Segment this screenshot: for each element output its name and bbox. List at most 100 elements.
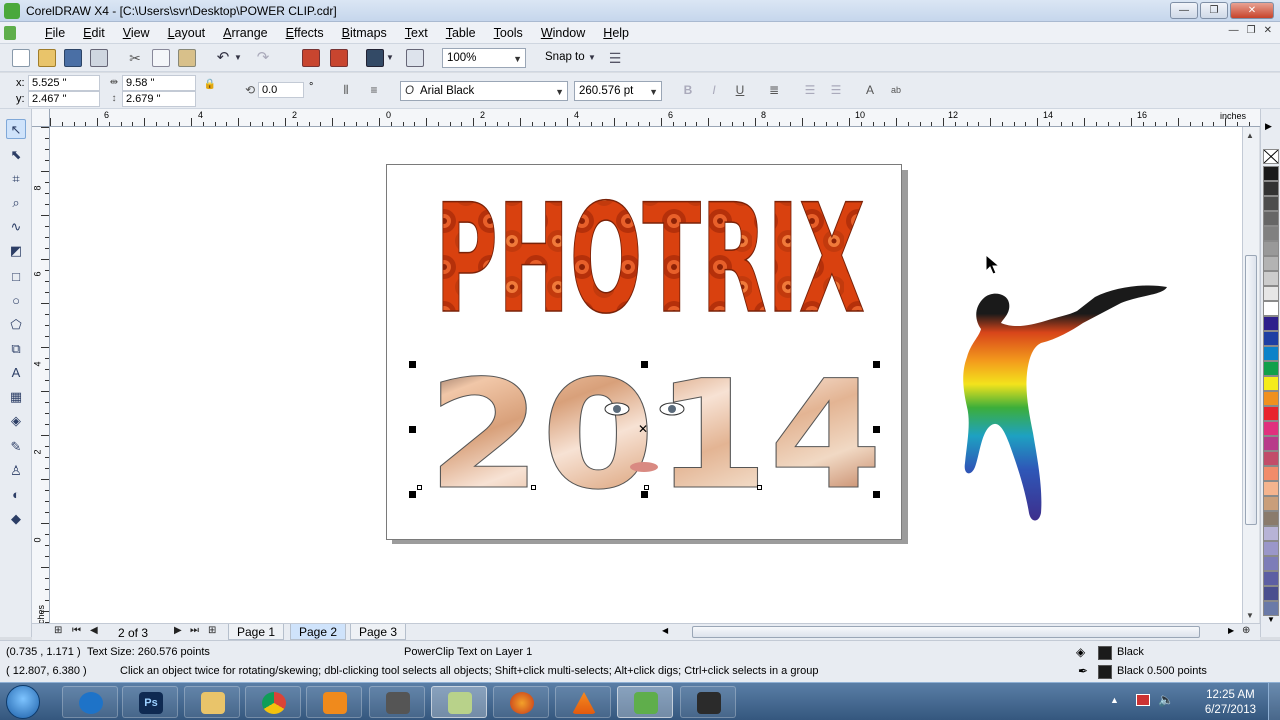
navigator-zoom-icon[interactable]: ⊕ [1242,625,1250,636]
selection-handle[interactable] [409,491,416,498]
system-clock[interactable]: 12:25 AM 6/27/2013 [1205,688,1256,718]
copy-icon[interactable] [152,49,170,67]
import-icon[interactable] [302,49,320,67]
maximize-button[interactable]: ❐ [1200,2,1228,19]
page-tab-3[interactable]: Page 3 [350,624,407,640]
menu-bitmaps[interactable]: Bitmaps [333,25,396,41]
fill-color-swatch[interactable] [1098,646,1112,660]
action-center-icon[interactable] [1136,694,1150,706]
taskbar-coreldraw-document[interactable] [617,686,673,718]
font-list-combo[interactable]: O Arial Black ▼ [400,81,568,101]
palette-color-swatch[interactable] [1263,256,1279,271]
palette-color-swatch[interactable] [1263,586,1279,601]
palette-color-swatch[interactable] [1263,541,1279,556]
horizontal-ruler[interactable]: inches 6 4 2 0 2 4 6 8 10 12 14 16 [50,109,1260,127]
rectangle-tool-icon[interactable]: □ [6,267,26,287]
horizontal-scroll-thumb[interactable] [692,626,1200,638]
center-marker-icon[interactable]: ✕ [638,422,648,436]
italic-icon[interactable]: I [706,82,722,98]
mirror-vertical-icon[interactable]: ≡ [366,82,382,98]
menu-layout[interactable]: Layout [159,25,215,41]
drawing-canvas[interactable]: PHOTRIX 2014 ✕ [50,127,1242,623]
basic-shapes-tool-icon[interactable]: ⧉ [6,339,26,359]
interactive-blend-tool-icon[interactable]: ◈ [6,411,26,431]
snap-to-button[interactable]: Snap to [545,51,585,63]
eyedropper-tool-icon[interactable]: ✎ [6,437,26,457]
node-handle[interactable] [531,485,536,490]
palette-color-swatch[interactable] [1263,361,1279,376]
taskbar-chrome[interactable] [245,686,301,718]
zoom-tool-icon[interactable]: ⌕ [6,193,26,213]
vertical-scroll-thumb[interactable] [1245,255,1257,525]
selection-handle[interactable] [409,361,416,368]
undo-icon[interactable]: ↶ [214,49,232,67]
no-color-swatch[interactable] [1263,149,1279,164]
first-page-icon[interactable]: ⏮ [72,625,81,636]
rotation-angle-field[interactable]: 0.0 [258,82,304,98]
fill-tool-icon[interactable]: ◐ [6,485,26,505]
palette-color-swatch[interactable] [1263,301,1279,316]
taskbar-vlc[interactable] [555,686,611,718]
palette-scroll-up-icon[interactable]: ▶ [1265,121,1272,132]
page-tab-2[interactable]: Page 2 [290,624,347,640]
pick-tool-icon[interactable]: ↖ [6,119,26,139]
palette-color-swatch[interactable] [1263,451,1279,466]
print-icon[interactable] [90,49,108,67]
palette-color-swatch[interactable] [1263,526,1279,541]
edit-text-icon[interactable]: ab [888,82,904,98]
show-desktop-button[interactable] [1268,683,1280,720]
palette-color-swatch[interactable] [1263,481,1279,496]
taskbar-coreldraw[interactable] [431,686,487,718]
palette-color-swatch[interactable] [1263,271,1279,286]
menu-file[interactable]: File [36,25,74,41]
welcome-screen-icon[interactable] [406,49,424,67]
shape-tool-icon[interactable]: ⬉ [6,145,26,165]
mirror-horizontal-icon[interactable]: ⫴ [338,82,354,98]
palette-color-swatch[interactable] [1263,556,1279,571]
photrix-powerclip-text[interactable]: PHOTRIX [430,161,870,331]
interactive-fill-tool-icon[interactable]: ◆ [6,509,26,529]
scroll-right-icon[interactable]: ▶ [1228,626,1234,635]
palette-color-swatch[interactable] [1263,211,1279,226]
new-document-icon[interactable] [12,49,30,67]
ruler-origin[interactable] [32,109,50,127]
menu-effects[interactable]: Effects [277,25,333,41]
text-tool-icon[interactable]: A [6,363,26,383]
bullet-list-icon[interactable]: ☰ [802,82,818,98]
lock-ratio-icon[interactable]: 🔒 [202,77,218,93]
node-handle[interactable] [757,485,762,490]
character-formatting-icon[interactable]: A [862,82,878,98]
object-height-field[interactable]: 2.679 " [122,91,196,107]
menu-edit[interactable]: Edit [74,25,114,41]
underline-icon[interactable]: U [732,82,748,98]
add-page-before-icon[interactable]: ⊞ [54,625,62,636]
polygon-tool-icon[interactable]: ⬠ [6,315,26,335]
last-page-icon[interactable]: ⏭ [190,625,199,636]
selection-handle[interactable] [641,361,648,368]
minimize-button[interactable]: — [1170,2,1198,19]
open-folder-icon[interactable] [38,49,56,67]
palette-color-swatch[interactable] [1263,601,1279,616]
palette-color-swatch[interactable] [1263,316,1279,331]
menu-window[interactable]: Window [532,25,594,41]
doc-minimize-icon[interactable]: — [1229,25,1239,36]
add-page-after-icon[interactable]: ⊞ [208,625,216,636]
taskbar-photoshop[interactable]: Ps [122,686,178,718]
previous-page-icon[interactable]: ◀ [90,625,98,636]
palette-color-swatch[interactable] [1263,406,1279,421]
palette-color-swatch[interactable] [1263,466,1279,481]
selection-handle[interactable] [409,426,416,433]
vertical-scrollbar[interactable]: ▲ ▼ [1242,127,1259,623]
palette-color-swatch[interactable] [1263,376,1279,391]
smart-fill-tool-icon[interactable]: ◩ [6,241,26,261]
zoom-level-combo[interactable]: 100% ▼ [442,48,526,68]
font-size-combo[interactable]: 260.576 pt ▼ [574,81,662,101]
start-button[interactable] [6,685,40,719]
palette-color-swatch[interactable] [1263,286,1279,301]
save-icon[interactable] [64,49,82,67]
selection-handle[interactable] [641,491,648,498]
y-position-field[interactable]: 2.467 " [28,91,100,107]
drop-cap-icon[interactable]: ☰ [828,82,844,98]
redo-icon[interactable]: ↷ [254,49,272,67]
crop-tool-icon[interactable]: ⌗ [6,169,26,189]
